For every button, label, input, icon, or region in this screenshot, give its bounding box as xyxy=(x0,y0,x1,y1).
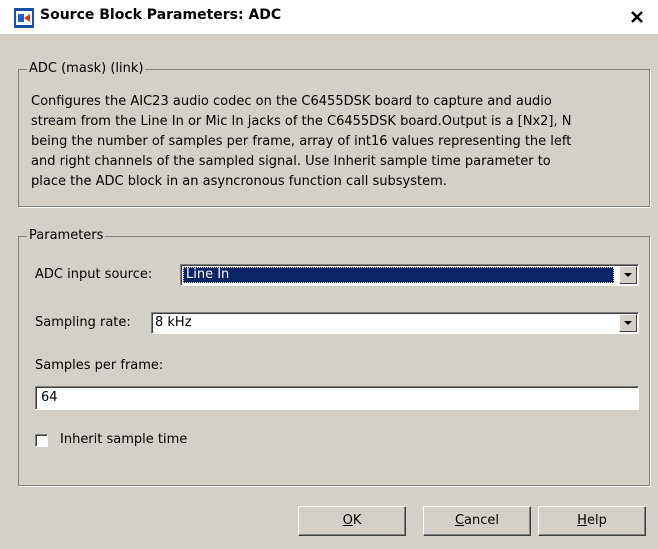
simulink-block-icon xyxy=(14,8,34,28)
description-group: ADC (mask) (link) Configures the AIC23 a… xyxy=(18,61,650,207)
cancel-accel: C xyxy=(454,513,465,528)
title-bar: Source Block Parameters: ADC xyxy=(0,0,658,34)
parameters-group-legend: Parameters xyxy=(27,228,106,243)
sampling-rate-value: 8 kHz xyxy=(155,315,192,330)
ok-label: K xyxy=(352,513,362,528)
adc-input-source-value: Line In xyxy=(186,267,230,282)
description-text: Configures the AIC23 audio codec on the … xyxy=(31,92,641,192)
cancel-label: ancel xyxy=(464,513,500,528)
help-accel: H xyxy=(577,513,587,528)
sampling-rate-label: Sampling rate: xyxy=(35,315,131,330)
description-line: place the ADC block in an asyncronous fu… xyxy=(31,174,447,189)
help-button[interactable]: Help xyxy=(538,506,646,536)
close-button[interactable] xyxy=(624,6,650,28)
ok-button[interactable]: OK xyxy=(298,506,406,536)
samples-per-frame-input[interactable]: 64 xyxy=(35,386,639,410)
close-icon xyxy=(631,11,643,23)
samples-per-frame-label: Samples per frame: xyxy=(35,358,164,373)
window-title: Source Block Parameters: ADC xyxy=(40,7,282,23)
chevron-down-icon[interactable] xyxy=(619,266,637,284)
description-group-legend: ADC (mask) (link) xyxy=(27,61,146,76)
help-label: elp xyxy=(586,513,607,528)
ok-accel: O xyxy=(342,513,353,528)
chevron-down-icon[interactable] xyxy=(619,314,637,332)
sampling-rate-select[interactable]: 8 kHz xyxy=(151,312,639,334)
description-line: being the number of samples per frame, a… xyxy=(31,134,572,149)
inherit-sample-time-checkbox[interactable] xyxy=(35,434,48,447)
description-line: and right channels of the sampled signal… xyxy=(31,154,551,169)
parameters-group: Parameters ADC input source: Line In Sam… xyxy=(18,228,650,486)
adc-input-source-label: ADC input source: xyxy=(35,267,153,282)
cancel-button[interactable]: Cancel xyxy=(423,506,531,536)
description-line: Configures the AIC23 audio codec on the … xyxy=(31,94,552,109)
description-line: stream from the Line In or Mic In jacks … xyxy=(31,114,572,129)
inherit-sample-time-label[interactable]: Inherit sample time xyxy=(60,432,187,447)
adc-input-source-select[interactable]: Line In xyxy=(180,264,639,286)
